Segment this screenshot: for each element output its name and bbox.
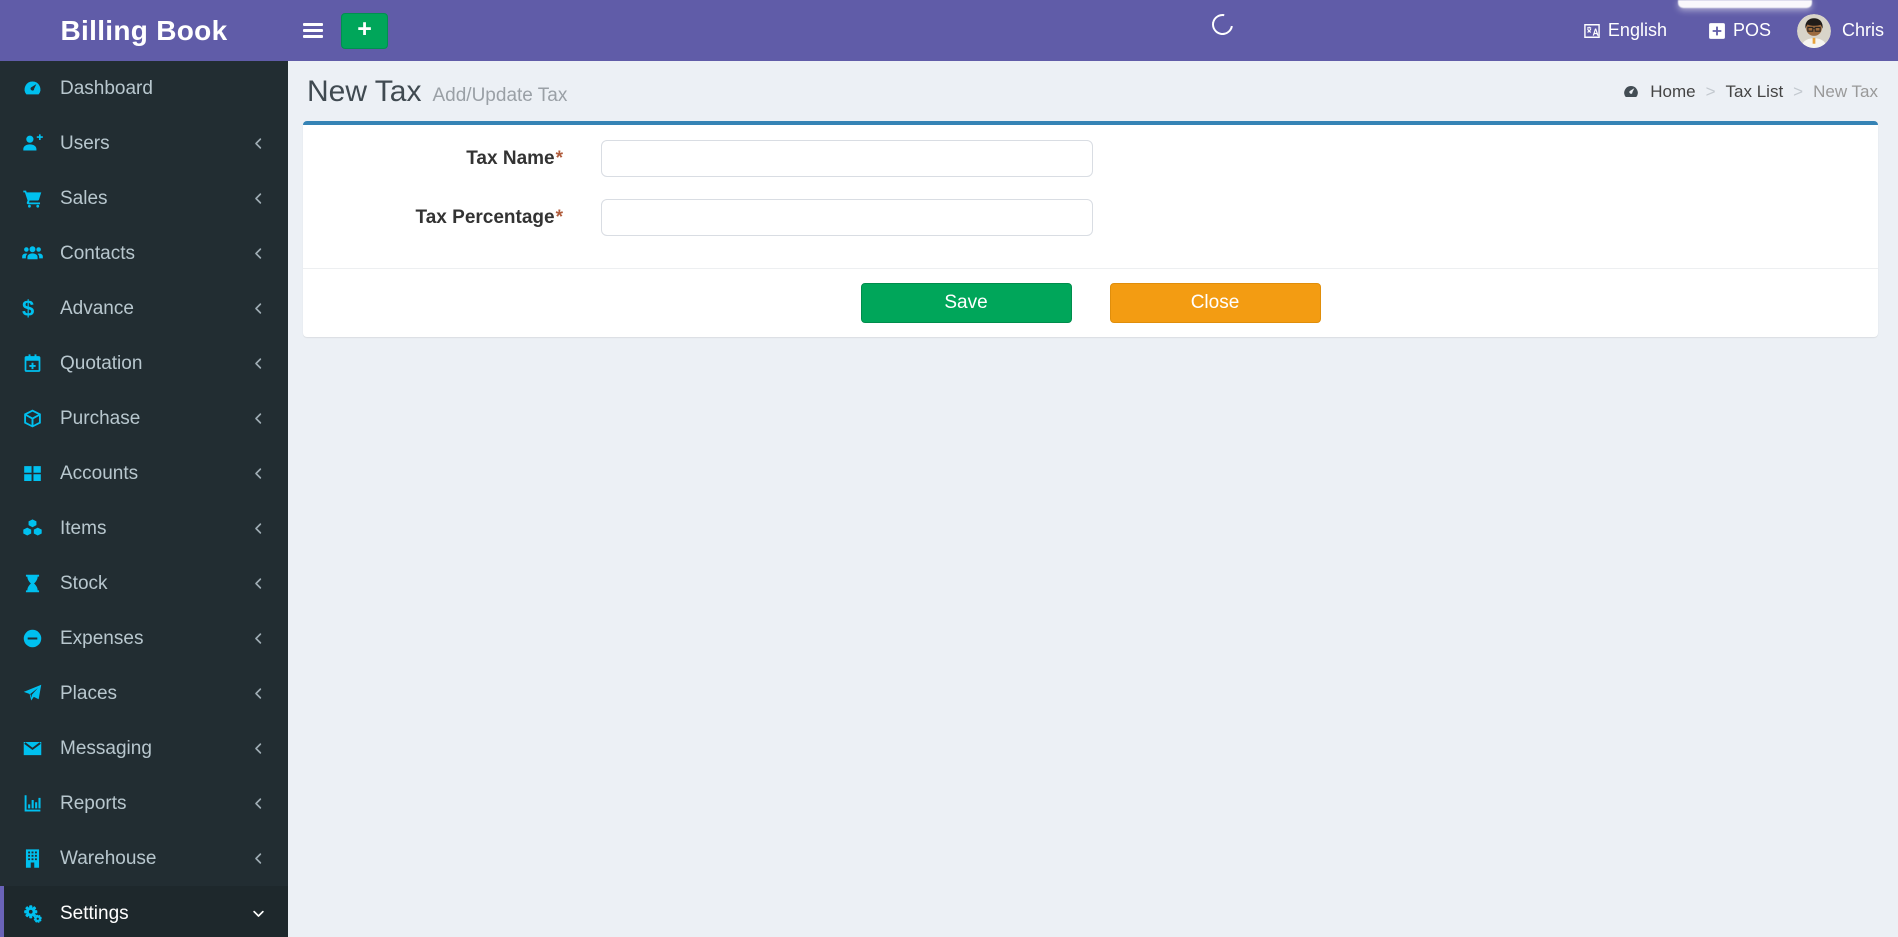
loading-spinner-icon — [1207, 9, 1238, 40]
chevron-left-icon — [251, 466, 266, 481]
tax-form-panel: Tax Name* Tax Percentage* Save Close — [303, 121, 1878, 337]
save-button[interactable]: Save — [860, 283, 1072, 323]
breadcrumb-separator: > — [1793, 82, 1804, 101]
app-logo[interactable]: Billing Book — [0, 0, 288, 61]
sidebar-item-users[interactable]: Users — [0, 116, 288, 171]
sidebar-item-reports[interactable]: Reports — [0, 776, 288, 831]
tooltip-artifact — [1678, 0, 1812, 8]
sidebar-item-expenses[interactable]: Expenses — [0, 611, 288, 666]
chevron-left-icon — [251, 741, 266, 756]
minus-circle-icon — [22, 628, 46, 650]
chevron-left-icon — [251, 136, 266, 151]
chevron-left-icon — [251, 686, 266, 701]
hourglass-icon — [22, 573, 46, 595]
sidebar-item-messaging[interactable]: Messaging — [0, 721, 288, 776]
chevron-left-icon — [251, 851, 266, 866]
sidebar-menu: Dashboard Users Sales Contacts $ Advance… — [0, 61, 288, 937]
breadcrumb-tax-list[interactable]: Tax List — [1726, 82, 1784, 102]
dashboard-icon — [1622, 83, 1640, 101]
building-icon — [22, 848, 46, 870]
user-name: Chris — [1841, 20, 1884, 40]
avatar — [1796, 13, 1831, 48]
user-menu[interactable]: Chris — [1796, 13, 1884, 48]
sidebar-item-settings[interactable]: Settings — [0, 886, 288, 937]
chevron-left-icon — [251, 796, 266, 811]
users-icon — [22, 243, 46, 265]
hamburger-icon — [303, 22, 323, 26]
sidebar-item-advance[interactable]: $ Advance — [0, 281, 288, 336]
sidebar-item-sales[interactable]: Sales — [0, 171, 288, 226]
tax-name-input[interactable] — [601, 140, 1093, 177]
breadcrumb-home[interactable]: Home — [1650, 82, 1695, 102]
content-header: New Tax Add/Update Tax Home > Tax List > New… — [288, 61, 1898, 121]
user-plus-icon — [22, 133, 46, 155]
chevron-left-icon — [251, 576, 266, 591]
envelope-icon — [22, 738, 46, 760]
sidebar-toggle-button[interactable] — [288, 0, 338, 61]
sidebar-item-dashboard[interactable]: Dashboard — [0, 61, 288, 116]
page-title: New Tax — [307, 75, 422, 108]
pos-label: POS — [1732, 20, 1771, 40]
plus-square-icon — [1707, 21, 1727, 41]
cart-icon — [22, 188, 46, 210]
sidebar-item-stock[interactable]: Stock — [0, 556, 288, 611]
chevron-left-icon — [251, 411, 266, 426]
chevron-left-icon — [251, 356, 266, 371]
language-menu[interactable]: English — [1582, 20, 1667, 41]
navbar-right: English POS Chris — [1582, 13, 1884, 48]
form-row: Tax Percentage* — [321, 199, 1860, 236]
chevron-down-icon — [251, 906, 266, 921]
required-asterisk: * — [555, 147, 563, 169]
chart-bar-icon — [22, 793, 46, 815]
calendar-plus-icon — [22, 353, 46, 375]
chevron-left-icon — [251, 301, 266, 316]
cubes-icon — [22, 518, 46, 540]
form-body: Tax Name* Tax Percentage* — [303, 125, 1878, 268]
pos-button[interactable]: POS — [1707, 20, 1771, 41]
breadcrumb-separator: > — [1705, 82, 1716, 101]
breadcrumb-new-tax: New Tax — [1813, 82, 1878, 101]
sidebar-item-contacts[interactable]: Contacts — [0, 226, 288, 281]
tax-percentage-input[interactable] — [601, 199, 1093, 236]
page-subtitle: Add/Update Tax — [432, 85, 568, 106]
sidebar-item-places[interactable]: Places — [0, 666, 288, 721]
dollar-icon: $ — [22, 295, 35, 321]
sidebar-item-quotation[interactable]: Quotation — [0, 336, 288, 391]
required-asterisk: * — [555, 206, 563, 228]
sidebar-item-items[interactable]: Items — [0, 501, 288, 556]
gears-icon — [22, 903, 46, 925]
breadcrumb: Home > Tax List > New Tax — [1622, 82, 1878, 102]
navbar-main: + English POS Chris — [288, 0, 1898, 61]
sidebar-item-warehouse[interactable]: Warehouse — [0, 831, 288, 886]
chevron-left-icon — [251, 631, 266, 646]
language-label: English — [1607, 20, 1667, 40]
paper-plane-icon — [22, 683, 46, 705]
plus-icon: + — [357, 14, 372, 43]
cube-icon — [22, 408, 46, 430]
quick-add-button[interactable]: + — [341, 12, 388, 49]
th-large-icon — [22, 463, 46, 485]
language-icon — [1582, 21, 1602, 41]
sidebar-item-accounts[interactable]: Accounts — [0, 446, 288, 501]
form-footer: Save Close — [303, 268, 1878, 337]
chevron-left-icon — [251, 521, 266, 536]
chevron-left-icon — [251, 191, 266, 206]
chevron-left-icon — [251, 246, 266, 261]
top-navbar: Billing Book + English POS Chris — [0, 0, 1898, 61]
form-row: Tax Name* — [321, 140, 1860, 177]
sidebar-item-purchase[interactable]: Purchase — [0, 391, 288, 446]
main-content: New Tax Add/Update Tax Home > Tax List > New… — [288, 61, 1898, 937]
close-button[interactable]: Close — [1109, 283, 1321, 323]
dashboard-icon — [22, 78, 46, 100]
